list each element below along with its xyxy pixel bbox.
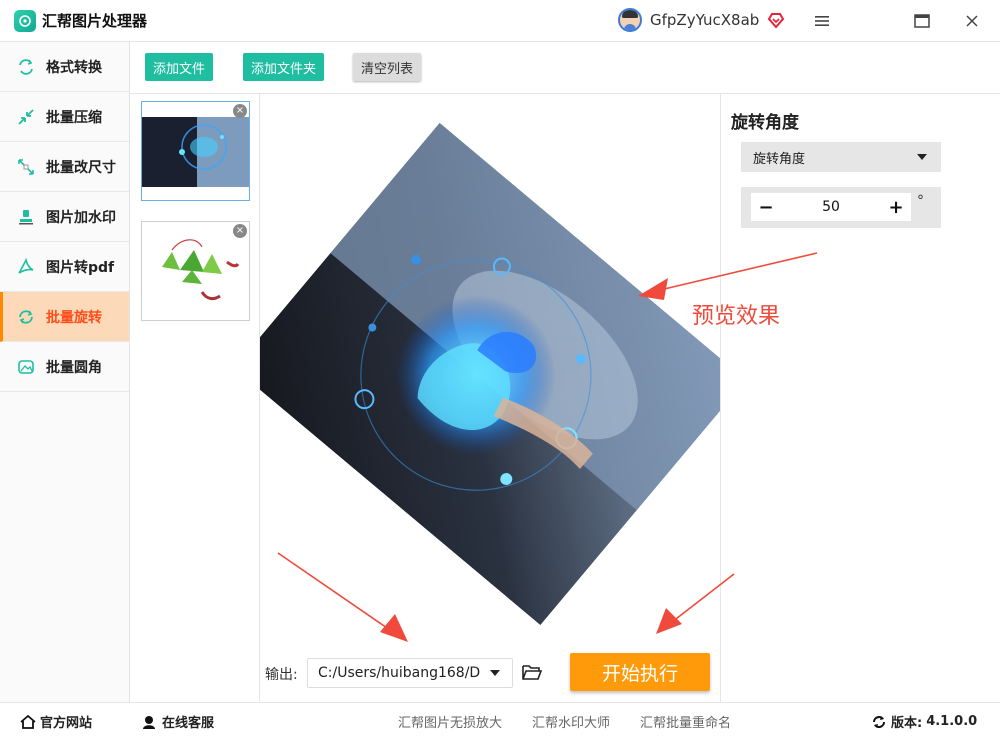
footer-link-watermark[interactable]: 汇帮水印大师 xyxy=(532,712,610,731)
start-button[interactable]: 开始执行 xyxy=(570,653,710,691)
username: GfpZyYucX8ab xyxy=(650,11,760,29)
sidebar-item-label: 图片转pdf xyxy=(46,259,115,276)
online-service-label: 在线客服 xyxy=(162,716,215,731)
preview-area xyxy=(260,94,720,654)
chevron-down-icon xyxy=(490,670,500,676)
sidebar-item-round-corner[interactable]: 批量圆角 xyxy=(0,342,129,392)
title-bar: 汇帮图片处理器 GfpZyYucX8ab xyxy=(0,0,1000,42)
preview-annotation-label: 预览效果 xyxy=(692,304,781,329)
app-logo-icon xyxy=(14,9,36,32)
sidebar-item-label: 批量圆角 xyxy=(46,359,102,376)
vip-diamond-icon[interactable] xyxy=(767,11,785,29)
sidebar-item-rotate[interactable]: 批量旋转 xyxy=(0,292,129,342)
version-value: 4.1.0.0 xyxy=(926,714,978,729)
folder-open-icon[interactable] xyxy=(521,662,543,682)
remove-thumbnail-button[interactable]: × xyxy=(233,104,247,118)
sidebar-item-pdf[interactable]: 图片转pdf xyxy=(0,242,129,292)
sidebar-item-label: 批量旋转 xyxy=(46,309,102,326)
sidebar-item-format-convert[interactable]: 格式转换 xyxy=(0,42,129,92)
add-file-button[interactable]: 添加文件 xyxy=(145,53,214,81)
rotation-angle-select[interactable]: 旋转角度 xyxy=(741,142,941,172)
footer-link-upscale[interactable]: 汇帮图片无损放大 xyxy=(398,712,502,731)
round-corner-icon xyxy=(16,357,36,377)
thumbnail-item[interactable]: × xyxy=(141,101,250,201)
menu-icon[interactable] xyxy=(811,10,833,32)
angle-stepper[interactable]: − 50 + xyxy=(751,193,911,221)
refresh-icon xyxy=(873,715,885,728)
sidebar: 格式转换 批量压缩 批量改尺寸 图片加水印 图片转pdf 批量旋转 批量圆角 xyxy=(0,42,130,702)
user-area[interactable]: GfpZyYucX8ab xyxy=(618,8,785,32)
official-website-link[interactable]: 官方网站 xyxy=(20,712,92,731)
remove-thumbnail-button[interactable]: × xyxy=(233,224,247,238)
rotate-icon xyxy=(16,307,36,327)
headset-icon xyxy=(143,715,155,729)
sidebar-item-label: 格式转换 xyxy=(46,59,102,76)
avatar[interactable] xyxy=(618,8,642,32)
panel-title: 旋转角度 xyxy=(731,113,799,133)
sidebar-item-compress[interactable]: 批量压缩 xyxy=(0,92,129,142)
home-icon xyxy=(20,714,36,729)
maximize-icon[interactable] xyxy=(911,10,933,32)
sidebar-item-label: 批量改尺寸 xyxy=(46,159,116,176)
official-website-label: 官方网站 xyxy=(40,716,93,731)
version-info[interactable]: 版本: 4.1.0.0 xyxy=(871,712,977,731)
thumbnail-item[interactable]: × xyxy=(141,221,250,321)
compress-icon xyxy=(16,107,36,127)
resize-icon xyxy=(16,157,36,177)
rotated-preview-image xyxy=(260,122,720,626)
increment-button[interactable]: + xyxy=(881,193,911,221)
watermark-icon xyxy=(16,207,36,227)
thumbnail-image xyxy=(162,239,240,301)
footer-link-rename[interactable]: 汇帮批量重命名 xyxy=(640,712,731,731)
sidebar-item-label: 批量压缩 xyxy=(46,109,102,126)
output-path-value: C:/Users/huibang168/D xyxy=(318,665,481,681)
chevron-down-icon xyxy=(917,154,927,160)
angle-stepper-container: − 50 + ° xyxy=(741,187,941,228)
format-convert-icon xyxy=(16,57,36,77)
thumbnail-list: × × xyxy=(130,94,260,702)
output-path-select[interactable]: C:/Users/huibang168/D xyxy=(307,658,513,688)
sidebar-item-resize[interactable]: 批量改尺寸 xyxy=(0,142,129,192)
angle-value[interactable]: 50 xyxy=(781,199,881,215)
toolbar: 添加文件 添加文件夹 清空列表 xyxy=(130,42,1000,94)
online-service-link[interactable]: 在线客服 xyxy=(141,712,214,731)
thumbnail-image xyxy=(142,117,249,187)
clear-list-button[interactable]: 清空列表 xyxy=(353,53,422,81)
settings-panel: 旋转角度 旋转角度 − 50 + ° xyxy=(720,94,1000,702)
output-label: 输出: xyxy=(265,667,298,683)
pdf-icon xyxy=(16,257,36,277)
app-title: 汇帮图片处理器 xyxy=(42,12,148,30)
add-folder-button[interactable]: 添加文件夹 xyxy=(243,53,325,81)
select-value: 旋转角度 xyxy=(753,151,806,167)
sidebar-item-label: 图片加水印 xyxy=(46,209,116,226)
version-label: 版本: xyxy=(891,716,923,731)
close-icon[interactable] xyxy=(961,10,983,32)
decrement-button[interactable]: − xyxy=(751,193,781,221)
footer: 官方网站 在线客服 汇帮图片无损放大 汇帮水印大师 汇帮批量重命名 版本: 4.… xyxy=(0,702,1000,736)
sidebar-item-watermark[interactable]: 图片加水印 xyxy=(0,192,129,242)
degree-unit: ° xyxy=(917,193,924,209)
